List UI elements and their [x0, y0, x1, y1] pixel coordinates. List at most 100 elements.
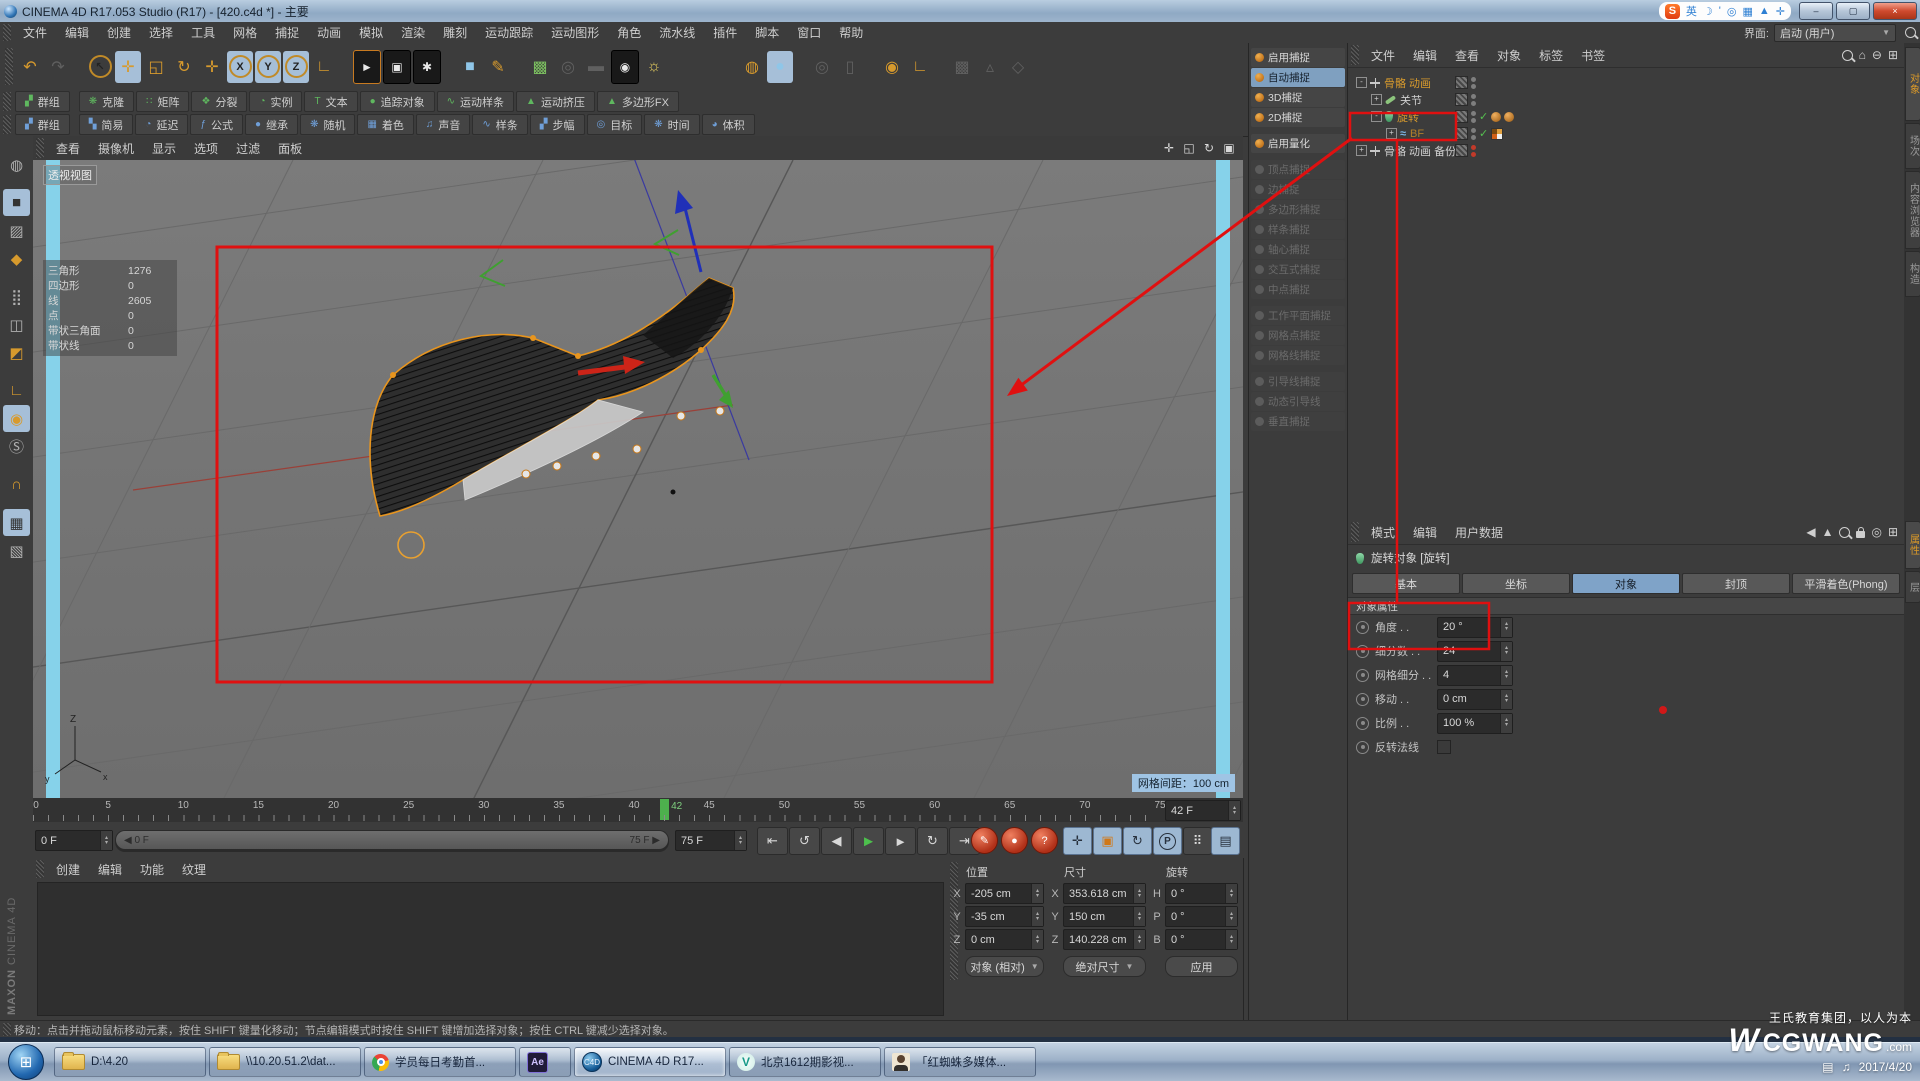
next-frame-button[interactable]: ► — [885, 827, 916, 855]
close-button[interactable]: × — [1873, 2, 1917, 20]
material-list-area[interactable] — [37, 882, 944, 1016]
lock-y-axis-icon[interactable]: Y — [255, 51, 281, 83]
autokey-button[interactable]: ● — [1001, 827, 1028, 854]
add-generator-icon[interactable]: ▩ — [527, 51, 553, 83]
main-menu-item-5[interactable]: 网格 — [224, 24, 266, 41]
object-menu-item-5[interactable]: 书签 — [1572, 47, 1614, 64]
move-tool-icon[interactable]: ✛ — [115, 51, 141, 83]
panel-tab-层[interactable]: 层 — [1905, 571, 1920, 603]
retopo-icon[interactable]: ▵ — [977, 51, 1003, 83]
snap-item-3D捕捉[interactable]: 3D捕捉 — [1251, 88, 1345, 107]
tab-封顶[interactable]: 封顶 — [1682, 573, 1790, 594]
mograph-button-7[interactable]: ∿运动样条 — [437, 91, 514, 112]
main-menu-item-16[interactable]: 脚本 — [746, 24, 788, 41]
frame-stepper[interactable] — [1228, 801, 1240, 820]
coord-field-位置-Y[interactable]: -35 cm — [965, 906, 1044, 927]
layer-square[interactable] — [1455, 110, 1468, 123]
undo-icon[interactable]: ↶ — [17, 51, 43, 83]
end-frame-stepper[interactable] — [734, 831, 746, 850]
sogou-input-bar[interactable]: S 英☽'◎▦▲✛ — [1659, 2, 1791, 20]
layer-square[interactable] — [1455, 76, 1468, 89]
object-row-BF[interactable]: +≈BF✓ — [1348, 125, 1904, 142]
coord-stepper[interactable] — [1225, 884, 1237, 903]
main-menu-item-8[interactable]: 模拟 — [350, 24, 392, 41]
snap-item-顶点捕捉[interactable]: 顶点捕捉 — [1251, 160, 1345, 179]
material-menu-item-3[interactable]: 纹理 — [173, 861, 215, 878]
object-row-关节[interactable]: +关节 — [1348, 91, 1904, 108]
tab-基本[interactable]: 基本 — [1352, 573, 1460, 594]
expand-toggle[interactable]: + — [1386, 128, 1397, 139]
mograph-button-5[interactable]: T文本 — [304, 91, 357, 112]
coord-field-位置-X[interactable]: -205 cm — [965, 883, 1044, 904]
coord-dropdown-对象 (相对)[interactable]: 对象 (相对)▼ — [965, 956, 1044, 977]
effector-button-6[interactable]: ▦着色 — [357, 114, 413, 135]
main-menu-item-3[interactable]: 选择 — [140, 24, 182, 41]
add-primitive-icon[interactable]: ■ — [457, 51, 483, 83]
up-icon[interactable]: ▲ — [1822, 525, 1834, 539]
coord-field-尺寸-Z[interactable]: 140.228 cm — [1063, 929, 1146, 950]
property-field[interactable]: 100 % — [1437, 713, 1513, 734]
effector-button-1[interactable]: ▚简易 — [79, 114, 134, 135]
snap-item-网格点捕捉[interactable]: 网格点捕捉 — [1251, 326, 1345, 345]
main-menu-item-9[interactable]: 渲染 — [392, 24, 434, 41]
object-menu-item-1[interactable]: 编辑 — [1404, 47, 1446, 64]
main-menu-item-11[interactable]: 运动跟踪 — [476, 24, 542, 41]
taskbar-item-学员每日考勤首...[interactable]: 学员每日考勤首... — [364, 1047, 516, 1077]
viewport-canvas[interactable]: Z x y 透视视图 三角形1276四边形0线2605点0带状三角面0带状线0 … — [33, 160, 1243, 798]
mesh-info-icon[interactable]: ◇ — [1005, 51, 1031, 83]
snap-item-工作平面捕捉[interactable]: 工作平面捕捉 — [1251, 306, 1345, 325]
new-panel-icon[interactable]: ⊞ — [1888, 48, 1898, 62]
effector-button-3[interactable]: ƒ公式 — [190, 114, 243, 135]
back-icon[interactable]: ◀ — [1806, 525, 1815, 539]
coord-stepper[interactable] — [1225, 907, 1237, 926]
taskbar-item-CINEMA 4D R17...[interactable]: C4DCINEMA 4D R17... — [574, 1047, 726, 1077]
workplane-compass-icon[interactable]: ◎ — [809, 51, 835, 83]
snap-item-垂直捕捉[interactable]: 垂直捕捉 — [1251, 412, 1345, 431]
attribute-menu-item-1[interactable]: 编辑 — [1404, 524, 1446, 541]
maximize-view-icon[interactable]: ▣ — [1221, 141, 1237, 155]
mograph-button-0[interactable]: ▞群组 — [15, 91, 70, 112]
material-menu-item-2[interactable]: 功能 — [131, 861, 173, 878]
enabled-check-icon[interactable]: ✓ — [1479, 127, 1488, 140]
snap-item-边捕捉[interactable]: 边捕捉 — [1251, 180, 1345, 199]
property-stepper[interactable] — [1500, 642, 1512, 661]
object-menu-item-3[interactable]: 对象 — [1488, 47, 1530, 64]
effector-button-8[interactable]: ∿样条 — [472, 114, 527, 135]
mograph-button-1[interactable]: ❋克隆 — [79, 91, 134, 112]
effector-button-12[interactable]: ◕体积 — [702, 114, 755, 135]
main-menu-item-14[interactable]: 流水线 — [650, 24, 704, 41]
restore-button[interactable]: ▢ — [1836, 2, 1870, 20]
lock-workplane-icon[interactable]: ▦ — [3, 509, 30, 536]
snap-item-轴心捕捉[interactable]: 轴心捕捉 — [1251, 240, 1345, 259]
property-field[interactable]: 20 ° — [1437, 617, 1513, 638]
sogou-mic-icon[interactable]: ◎ — [1727, 5, 1737, 18]
effector-button-5[interactable]: ❋随机 — [300, 114, 355, 135]
layer-square[interactable] — [1455, 93, 1468, 106]
toolbar-grip[interactable] — [5, 48, 13, 86]
apply-button[interactable]: 应用 — [1165, 956, 1238, 977]
property-dot-icon[interactable] — [1356, 669, 1369, 682]
coord-stepper[interactable] — [1031, 930, 1043, 949]
material-menu-grip[interactable] — [36, 860, 44, 878]
sogou-keyboard-icon[interactable]: ▦ — [1742, 5, 1752, 18]
main-menu-item-18[interactable]: 帮助 — [830, 24, 872, 41]
viewport-menu-item-1[interactable]: 摄像机 — [89, 140, 143, 157]
snap-item-自动捕捉[interactable]: 自动捕捉 — [1251, 68, 1345, 87]
panel-tab-属性[interactable]: 属性 — [1905, 521, 1920, 569]
mograph-button-8[interactable]: ▲运动挤压 — [516, 91, 595, 112]
enable-axis-icon[interactable]: ∟ — [3, 377, 30, 404]
add-environment-icon[interactable]: ▬ — [583, 51, 609, 83]
viewport-menu-item-4[interactable]: 过滤 — [227, 140, 269, 157]
viewport-solo-select-icon[interactable]: ● — [767, 51, 793, 83]
attribute-menu-grip[interactable] — [1351, 522, 1359, 541]
lock-z-axis-icon[interactable]: Z — [283, 51, 309, 83]
mesh-check-icon[interactable]: ▩ — [949, 51, 975, 83]
object-row-骨骼 动画[interactable]: -骨骼 动画 — [1348, 74, 1904, 91]
rotate-tool-icon[interactable]: ↻ — [171, 51, 197, 83]
make-editable-icon[interactable]: ◍ — [3, 151, 30, 178]
coord-field-尺寸-X[interactable]: 353.618 cm — [1063, 883, 1146, 904]
main-menu-item-12[interactable]: 运动图形 — [542, 24, 608, 41]
object-row-骨骼 动画 备份[interactable]: +骨骼 动画 备份 — [1348, 142, 1904, 159]
coord-stepper[interactable] — [1225, 930, 1237, 949]
key-position-toggle[interactable]: ✛ — [1063, 827, 1092, 855]
